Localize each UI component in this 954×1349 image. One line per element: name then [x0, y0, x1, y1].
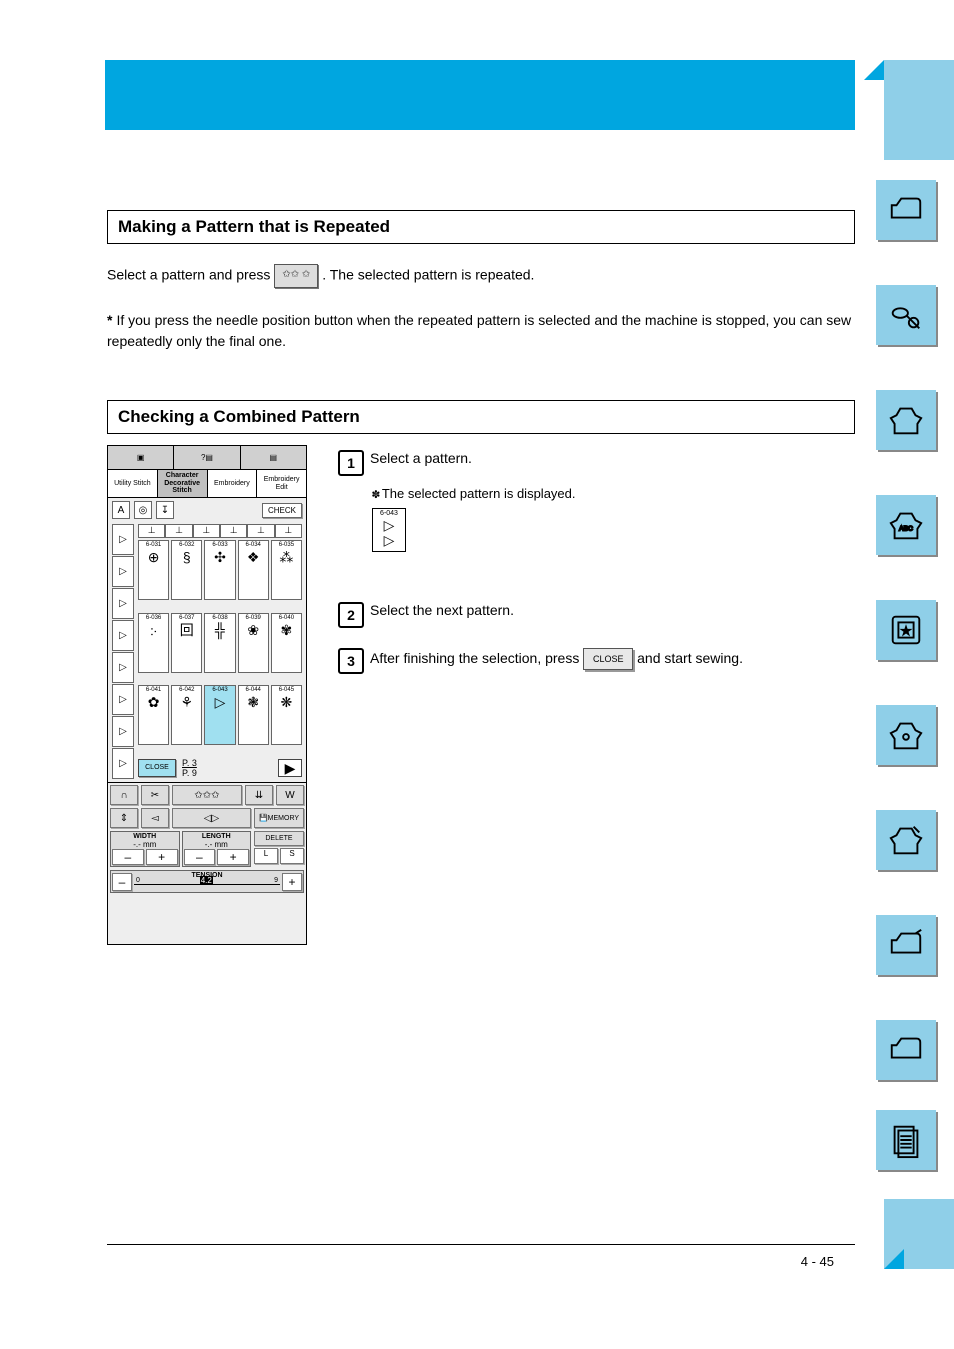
needle-icon[interactable]: ⇊ — [245, 785, 273, 805]
strip-item[interactable]: ▷ — [112, 748, 134, 779]
tab-utility[interactable]: Utility Stitch — [108, 470, 158, 497]
reverse-icon[interactable]: ∩ — [110, 785, 138, 805]
mode-icon-2[interactable]: ◎ — [134, 501, 152, 519]
mirror-v-icon[interactable]: ⇕ — [110, 808, 138, 828]
svg-text:★: ★ — [902, 626, 911, 637]
repeat-icon[interactable]: ✩✩✩ — [172, 785, 242, 805]
size-l[interactable]: L — [254, 848, 278, 864]
pattern-cell[interactable]: 6-038╬ — [204, 613, 235, 673]
size-s[interactable]: S — [280, 848, 304, 864]
dev-top-icon-3[interactable]: ▤ — [241, 446, 306, 469]
side-tab-1[interactable] — [876, 180, 936, 240]
twin-icon[interactable]: W — [276, 785, 304, 805]
close-button-ref[interactable]: CLOSE — [583, 648, 633, 670]
pattern-cell[interactable]: 6-036჻ — [138, 613, 169, 673]
side-corner — [884, 60, 954, 160]
length-label: LENGTH — [184, 833, 250, 840]
memory-button[interactable]: 💾MEMORY — [254, 808, 304, 828]
side-tab-3[interactable] — [876, 390, 936, 450]
dev-top-icon-1[interactable]: ▣ — [108, 446, 174, 469]
tab-character[interactable]: Character Decorative Stitch — [158, 470, 208, 497]
steps-column: 1Select a pattern. ✽The selected pattern… — [338, 450, 848, 684]
foot-icon: ⊥ — [165, 524, 192, 538]
side-tab-5[interactable]: ★ — [876, 600, 936, 660]
foot-icon: ⊥ — [138, 524, 165, 538]
mode-icon-3[interactable]: ↧ — [156, 501, 174, 519]
width-plus[interactable]: + — [146, 849, 178, 865]
side-tab-2[interactable] — [876, 285, 936, 345]
pattern-cell[interactable]: 6-031⊕ — [138, 540, 169, 600]
step-3: 3After finishing the selection, press CL… — [338, 648, 848, 674]
side-selection-strip: ▷ ▷ ▷ ▷ ▷ ▷ ▷ ▷ — [112, 524, 134, 780]
width-minus[interactable]: – — [112, 849, 144, 865]
strip-item[interactable]: ▷ — [112, 524, 134, 555]
pattern-cell[interactable]: 6-037回 — [171, 613, 202, 673]
page-indicator: P. 3P. 9 — [182, 758, 197, 778]
strip-item[interactable]: ▷ — [112, 716, 134, 747]
side-tab-10[interactable] — [876, 1110, 936, 1170]
header-band — [105, 60, 855, 130]
width-label: WIDTH — [112, 833, 178, 840]
side-tab-9[interactable] — [876, 1020, 936, 1080]
pattern-cell[interactable]: 6-044❃ — [238, 685, 269, 745]
length-minus[interactable]: – — [184, 849, 216, 865]
pattern-cell[interactable]: 6-041✿ — [138, 685, 169, 745]
strip-item[interactable]: ▷ — [112, 588, 134, 619]
pattern-cell[interactable]: 6-039❀ — [238, 613, 269, 673]
tab-embroidery[interactable]: Embroidery — [208, 470, 258, 497]
svg-text:ABC: ABC — [899, 526, 913, 533]
strip-item[interactable]: ▷ — [112, 684, 134, 715]
section-title-1: Making a Pattern that is Repeated — [107, 210, 855, 244]
side-tab-4[interactable]: ABC — [876, 495, 936, 555]
mirror-h-icon[interactable]: ◁▷ — [172, 808, 251, 828]
guide-icon[interactable]: ◅ — [141, 808, 169, 828]
side-tab-8[interactable] — [876, 915, 936, 975]
strip-item[interactable]: ▷ — [112, 556, 134, 587]
length-plus[interactable]: + — [217, 849, 249, 865]
memo-note: *If you press the needle position button… — [107, 310, 857, 352]
repeat-pattern-icon-button[interactable]: ✩✩ ✩ — [274, 264, 318, 288]
section-title-2: Checking a Combined Pattern — [107, 400, 855, 434]
step-2: 2Select the next pattern. — [338, 602, 848, 628]
delete-button[interactable]: DELETE — [254, 831, 304, 846]
foot-icon: ⊥ — [193, 524, 220, 538]
tension-scale: TENSION 04.29 — [134, 872, 280, 891]
device-close-button[interactable]: CLOSE — [138, 759, 176, 777]
pattern-cell[interactable]: 6-034❖ — [238, 540, 269, 600]
device-screen: ▣ ?▤ ▤ Utility Stitch Character Decorati… — [107, 445, 307, 945]
foot-icon: ⊥ — [247, 524, 274, 538]
pattern-cell-selected[interactable]: 6-043▷ — [204, 685, 235, 745]
page-next-button[interactable]: ▶ — [278, 759, 302, 777]
dev-top-icon-2[interactable]: ?▤ — [174, 446, 240, 469]
footer-rule — [107, 1244, 855, 1245]
tension-plus[interactable]: + — [282, 873, 302, 891]
foot-icon: ⊥ — [275, 524, 302, 538]
strip-item[interactable]: ▷ — [112, 620, 134, 651]
bottom-side-corner — [884, 1199, 954, 1269]
step-1: 1Select a pattern. — [338, 450, 848, 476]
cut-icon[interactable]: ✂ — [141, 785, 169, 805]
side-tab-6[interactable] — [876, 705, 936, 765]
pattern-cell[interactable]: 6-033✣ — [204, 540, 235, 600]
paragraph-a: Select a pattern and press ✩✩ ✩ . The se… — [107, 264, 857, 288]
tab-edit[interactable]: Embroidery Edit — [257, 470, 306, 497]
pattern-cell[interactable]: 6-042⚘ — [171, 685, 202, 745]
pattern-cell[interactable]: 6-040✾ — [271, 613, 302, 673]
strip-item[interactable]: ▷ — [112, 652, 134, 683]
mode-icon-1[interactable]: A — [112, 501, 130, 519]
pattern-cell[interactable]: 6-045❋ — [271, 685, 302, 745]
tension-minus[interactable]: – — [112, 873, 132, 891]
page-number: 4 - 45 — [801, 1254, 834, 1269]
check-button[interactable]: CHECK — [262, 503, 302, 518]
side-tab-7[interactable] — [876, 810, 936, 870]
foot-icon: ⊥ — [220, 524, 247, 538]
selected-pattern-preview: 6-043 ▷ ▷ — [372, 508, 406, 552]
pattern-cell[interactable]: 6-032§ — [171, 540, 202, 600]
pattern-cell[interactable]: 6-035⁂ — [271, 540, 302, 600]
